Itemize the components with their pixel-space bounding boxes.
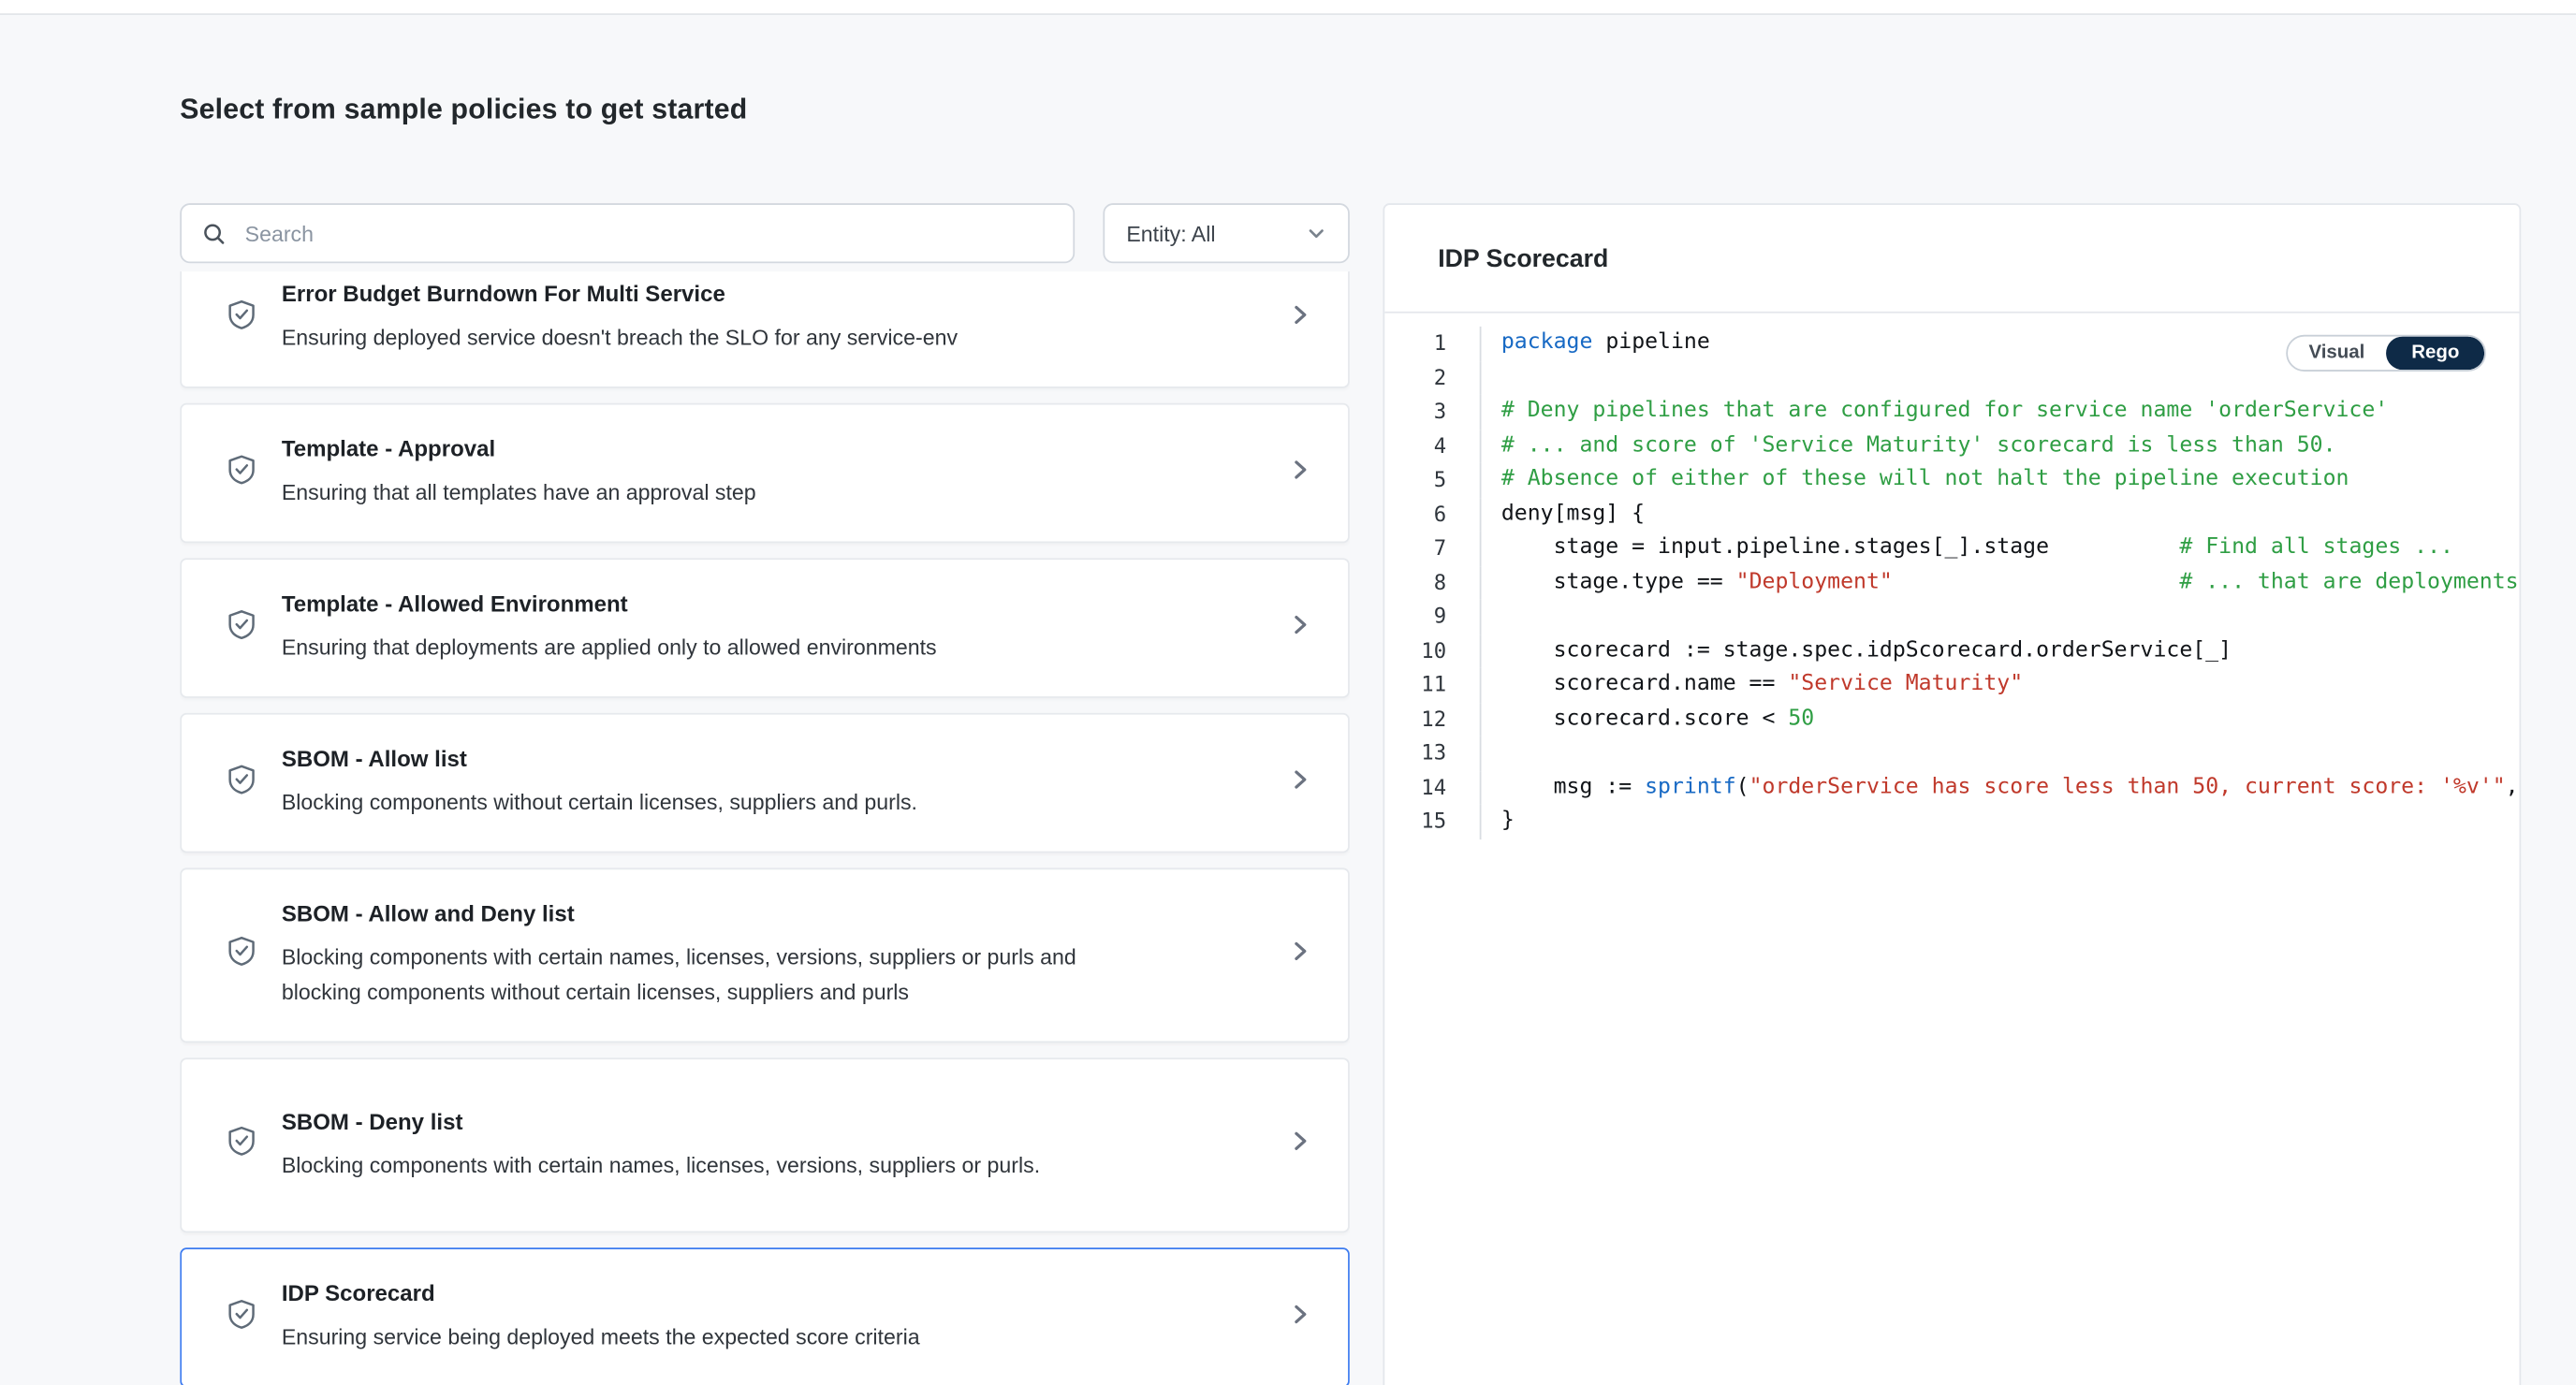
chevron-right-icon (1288, 1302, 1311, 1334)
code-line-text: stage.type == "Deployment" # ... that ar… (1481, 565, 2519, 599)
search-icon (201, 221, 227, 246)
policy-title: Error Budget Burndown For Multi Service (282, 282, 1115, 307)
code-line-text: scorecard.score < 50 (1481, 702, 2519, 736)
controls-row: Entity: All (180, 203, 1350, 263)
code-line: 7 stage = input.pipeline.stages[_].stage… (1384, 532, 2519, 565)
toggle-rego[interactable]: Rego (2387, 337, 2485, 371)
policy-list: Error Budget Burndown For Multi Service … (180, 271, 1350, 1385)
policy-description: Ensuring deployed service doesn't breach… (282, 320, 1115, 355)
toggle-visual[interactable]: Visual (2287, 337, 2386, 371)
policy-card-error-budget-burndown[interactable]: Error Budget Burndown For Multi Service … (180, 271, 1350, 388)
code-editor[interactable]: 1package pipeline23# Deny pipelines that… (1384, 313, 2519, 839)
policy-icon (225, 298, 258, 340)
code-line-text: # Absence of either of these will not ha… (1481, 463, 2519, 497)
policy-description: Ensuring service being deployed meets th… (282, 1319, 1115, 1354)
code-line: 5# Absence of either of these will not h… (1384, 463, 2519, 497)
code-line: 9 (1384, 600, 2519, 634)
line-number: 7 (1384, 532, 1481, 565)
code-line-text: scorecard.name == "Service Maturity" (1481, 668, 2519, 702)
line-number: 6 (1384, 497, 1481, 531)
code-line: 8 stage.type == "Deployment" # ... that … (1384, 565, 2519, 599)
policy-description: Blocking components with certain names, … (282, 940, 1115, 1010)
code-line: 12 scorecard.score < 50 (1384, 702, 2519, 736)
line-number: 9 (1384, 600, 1481, 634)
code-line: 6deny[msg] { (1384, 497, 2519, 531)
policy-icon (225, 607, 258, 649)
code-line-text: } (1481, 805, 2519, 838)
search-input[interactable] (242, 219, 1053, 247)
line-number: 2 (1384, 360, 1481, 394)
line-number: 14 (1384, 770, 1481, 804)
policy-icon (225, 452, 258, 494)
chevron-right-icon (1288, 767, 1311, 799)
code-line: 10 scorecard := stage.spec.idpScorecard.… (1384, 634, 2519, 667)
policy-card-template-approval[interactable]: Template - Approval Ensuring that all te… (180, 403, 1350, 544)
policy-icon (225, 762, 258, 804)
policy-title: SBOM - Allow list (282, 746, 1115, 771)
preview-header: IDP Scorecard (1384, 205, 2519, 313)
entity-filter-button[interactable]: Entity: All (1103, 203, 1349, 263)
chevron-right-icon (1288, 940, 1311, 971)
policy-icon (225, 935, 258, 977)
policy-title: Template - Approval (282, 436, 1115, 461)
line-number: 15 (1384, 805, 1481, 838)
policy-description: Blocking components without certain lice… (282, 784, 1115, 819)
line-number: 8 (1384, 565, 1481, 599)
code-line-text: msg := sprintf("orderService has score l… (1481, 770, 2519, 804)
code-line: 4# ... and score of 'Service Maturity' s… (1384, 429, 2519, 462)
line-number: 4 (1384, 429, 1481, 462)
policy-card-template-allowed-environment[interactable]: Template - Allowed Environment Ensuring … (180, 558, 1350, 698)
line-number: 10 (1384, 634, 1481, 667)
app-viewport: Select from sample policies to get start… (0, 0, 2576, 1385)
chevron-right-icon (1288, 1130, 1311, 1161)
page-heading: Select from sample policies to get start… (180, 94, 747, 127)
policy-card-sbom-allow-and-deny-list[interactable]: SBOM - Allow and Deny list Blocking comp… (180, 867, 1350, 1042)
code-line: 13 (1384, 736, 2519, 770)
policy-title: Template - Allowed Environment (282, 591, 1115, 617)
policy-icon (225, 1297, 258, 1339)
line-number: 12 (1384, 702, 1481, 736)
chevron-down-icon (1307, 224, 1326, 243)
line-number: 13 (1384, 736, 1481, 770)
chevron-right-icon (1288, 612, 1311, 644)
chevron-right-icon (1288, 458, 1311, 489)
policy-icon (225, 1125, 258, 1167)
code-line: 14 msg := sprintf("orderService has scor… (1384, 770, 2519, 804)
line-number: 1 (1384, 327, 1481, 360)
line-number: 5 (1384, 463, 1481, 497)
view-toggle: Visual Rego (2286, 335, 2486, 372)
chevron-right-icon (1288, 302, 1311, 334)
code-line-text: stage = input.pipeline.stages[_].stage #… (1481, 532, 2519, 565)
line-number: 3 (1384, 395, 1481, 429)
code-line: 11 scorecard.name == "Service Maturity" (1384, 668, 2519, 702)
policy-description: Blocking components with certain names, … (282, 1147, 1115, 1182)
code-line-text: scorecard := stage.spec.idpScorecard.ord… (1481, 634, 2519, 667)
policy-description: Ensuring that all templates have an appr… (282, 474, 1115, 509)
code-line-text: # Deny pipelines that are configured for… (1481, 395, 2519, 429)
entity-filter-label: Entity: All (1126, 221, 1215, 246)
line-number: 11 (1384, 668, 1481, 702)
code-line-text: # ... and score of 'Service Maturity' sc… (1481, 429, 2519, 462)
policy-description: Ensuring that deployments are applied on… (282, 630, 1115, 664)
code-line: 3# Deny pipelines that are configured fo… (1384, 395, 2519, 429)
policy-card-sbom-deny-list[interactable]: SBOM - Deny list Blocking components wit… (180, 1057, 1350, 1232)
policy-title: SBOM - Allow and Deny list (282, 901, 1115, 926)
header-bar (0, 0, 2576, 15)
code-line-text: deny[msg] { (1481, 497, 2519, 531)
preview-panel: IDP Scorecard 1package pipeline23# Deny … (1383, 203, 2521, 1385)
policy-card-sbom-allow-list[interactable]: SBOM - Allow list Blocking components wi… (180, 713, 1350, 853)
code-line: 15} (1384, 805, 2519, 838)
preview-title: IDP Scorecard (1438, 244, 1608, 272)
policy-title: SBOM - Deny list (282, 1109, 1115, 1134)
policy-title: IDP Scorecard (282, 1281, 1115, 1306)
policy-card-idp-scorecard[interactable]: IDP Scorecard Ensuring service being dep… (180, 1247, 1350, 1385)
search-box[interactable] (180, 203, 1075, 263)
